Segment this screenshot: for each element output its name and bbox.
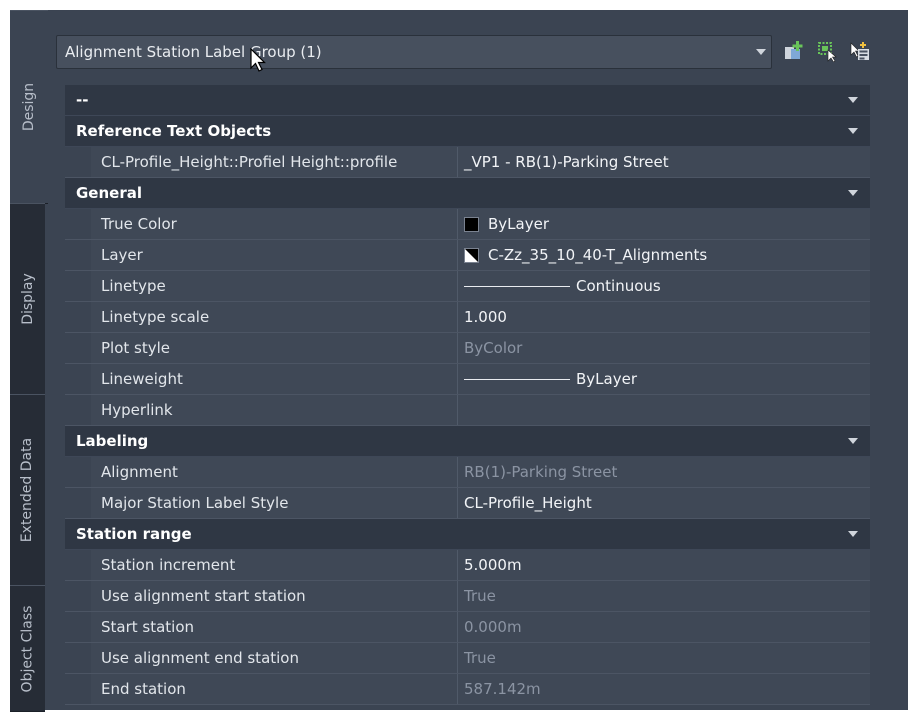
property-value[interactable]: 1.000 <box>458 302 870 332</box>
category-reference-text-objects[interactable]: Reference Text Objects <box>65 116 870 147</box>
chevron-down-icon[interactable] <box>836 97 870 103</box>
category-title: Labeling <box>76 432 149 450</box>
tab-design-label: Design <box>21 82 37 132</box>
toggle-pickadd-icon[interactable] <box>847 38 873 64</box>
property-row-hyperlink[interactable]: Hyperlink <box>65 395 870 426</box>
side-tab-strip: Design Display Extended Data Object Clas… <box>10 10 48 712</box>
property-row-start-station[interactable]: Start station 0.000m <box>65 612 870 643</box>
tab-display-label: Display <box>19 273 36 325</box>
property-value: True <box>464 587 496 605</box>
property-value: True <box>464 649 496 667</box>
property-value[interactable]: _VP1 - RB(1)-Parking Street <box>458 147 870 177</box>
property-value[interactable] <box>458 395 870 425</box>
category-top[interactable]: -- <box>65 85 870 116</box>
chevron-down-icon[interactable] <box>836 190 870 196</box>
property-row-linetype[interactable]: Linetype Continuous <box>65 271 870 302</box>
property-value[interactable]: 5.000m <box>458 550 870 580</box>
property-value[interactable]: ByLayer <box>458 364 870 394</box>
property-name: Use alignment end station <box>91 643 458 673</box>
property-row-station-increment[interactable]: Station increment 5.000m <box>65 550 870 581</box>
category-general[interactable]: General <box>65 178 870 209</box>
property-value-text: ByLayer <box>576 370 637 388</box>
layer-swatch-icon <box>464 247 479 263</box>
property-name: Lineweight <box>91 364 458 394</box>
tab-object-class[interactable]: Object Class <box>10 585 45 712</box>
property-name: True Color <box>91 209 458 239</box>
tab-object-class-label: Object Class <box>19 605 36 692</box>
tab-design[interactable]: Design <box>10 10 48 204</box>
property-name: CL-Profile_Height::Profiel Height::profi… <box>91 147 458 177</box>
linetype-sample <box>464 285 570 287</box>
property-value[interactable]: Continuous <box>458 271 870 301</box>
category-top-title: -- <box>76 91 89 109</box>
quick-select-icon[interactable] <box>780 38 806 64</box>
tab-extended-data[interactable]: Extended Data <box>10 394 45 586</box>
category-title: Reference Text Objects <box>76 122 272 140</box>
property-value-text: Continuous <box>576 277 661 295</box>
tab-display[interactable]: Display <box>10 203 45 395</box>
property-name: Alignment <box>91 457 458 487</box>
property-row-plot-style[interactable]: Plot style ByColor <box>65 333 870 364</box>
property-row[interactable]: CL-Profile_Height::Profiel Height::profi… <box>65 147 870 178</box>
property-value[interactable]: C-Zz_35_10_40-T_Alignments <box>458 240 870 270</box>
property-name: End station <box>91 674 458 704</box>
property-name: Major Station Label Style <box>91 488 458 518</box>
property-row-alignment[interactable]: Alignment RB(1)-Parking Street <box>65 457 870 488</box>
selection-dropdown-value: Alignment Station Label Group (1) <box>65 43 322 61</box>
property-row-linetype-scale[interactable]: Linetype scale 1.000 <box>65 302 870 333</box>
color-swatch-icon <box>464 216 479 232</box>
property-name: Linetype scale <box>91 302 458 332</box>
category-station-range[interactable]: Station range <box>65 519 870 550</box>
property-row-major-station-label-style[interactable]: Major Station Label Style CL-Profile_Hei… <box>65 488 870 519</box>
property-value: 587.142m <box>464 680 541 698</box>
category-title: General <box>76 184 142 202</box>
property-grid: -- Reference Text Objects CL-Profile_Hei… <box>65 85 870 705</box>
property-row-end-station[interactable]: End station 587.142m <box>65 674 870 705</box>
selection-dropdown[interactable]: Alignment Station Label Group (1) <box>56 35 772 69</box>
property-name: Start station <box>91 612 458 642</box>
lineweight-sample <box>464 378 570 380</box>
chevron-down-icon[interactable] <box>836 531 870 537</box>
category-title: Station range <box>76 525 192 543</box>
property-value[interactable]: ByLayer <box>458 209 870 239</box>
property-row-use-end-station[interactable]: Use alignment end station True <box>65 643 870 674</box>
tab-extended-data-label: Extended Data <box>19 437 36 543</box>
property-row-use-start-station[interactable]: Use alignment start station True <box>65 581 870 612</box>
chevron-down-icon[interactable] <box>836 128 870 134</box>
property-name: Station increment <box>91 550 458 580</box>
property-name: Hyperlink <box>91 395 458 425</box>
property-row-layer[interactable]: Layer C-Zz_35_10_40-T_Alignments <box>65 240 870 271</box>
properties-palette: Design Display Extended Data Object Clas… <box>10 10 908 712</box>
property-name: Plot style <box>91 333 458 363</box>
property-value: RB(1)-Parking Street <box>464 463 618 481</box>
property-row-true-color[interactable]: True Color ByLayer <box>65 209 870 240</box>
chevron-down-icon[interactable] <box>836 438 870 444</box>
property-value: ByColor <box>464 339 523 357</box>
property-name: Layer <box>91 240 458 270</box>
mouse-cursor-icon <box>250 48 266 72</box>
property-value-text: C-Zz_35_10_40-T_Alignments <box>488 246 708 264</box>
category-labeling[interactable]: Labeling <box>65 426 870 457</box>
chevron-down-icon[interactable] <box>751 49 771 55</box>
property-name: Linetype <box>91 271 458 301</box>
property-name: Use alignment start station <box>91 581 458 611</box>
property-value[interactable]: CL-Profile_Height <box>458 488 870 518</box>
select-objects-icon[interactable] <box>814 38 840 64</box>
property-value-text: ByLayer <box>488 215 549 233</box>
property-value: 0.000m <box>464 618 522 636</box>
property-row-lineweight[interactable]: Lineweight ByLayer <box>65 364 870 395</box>
